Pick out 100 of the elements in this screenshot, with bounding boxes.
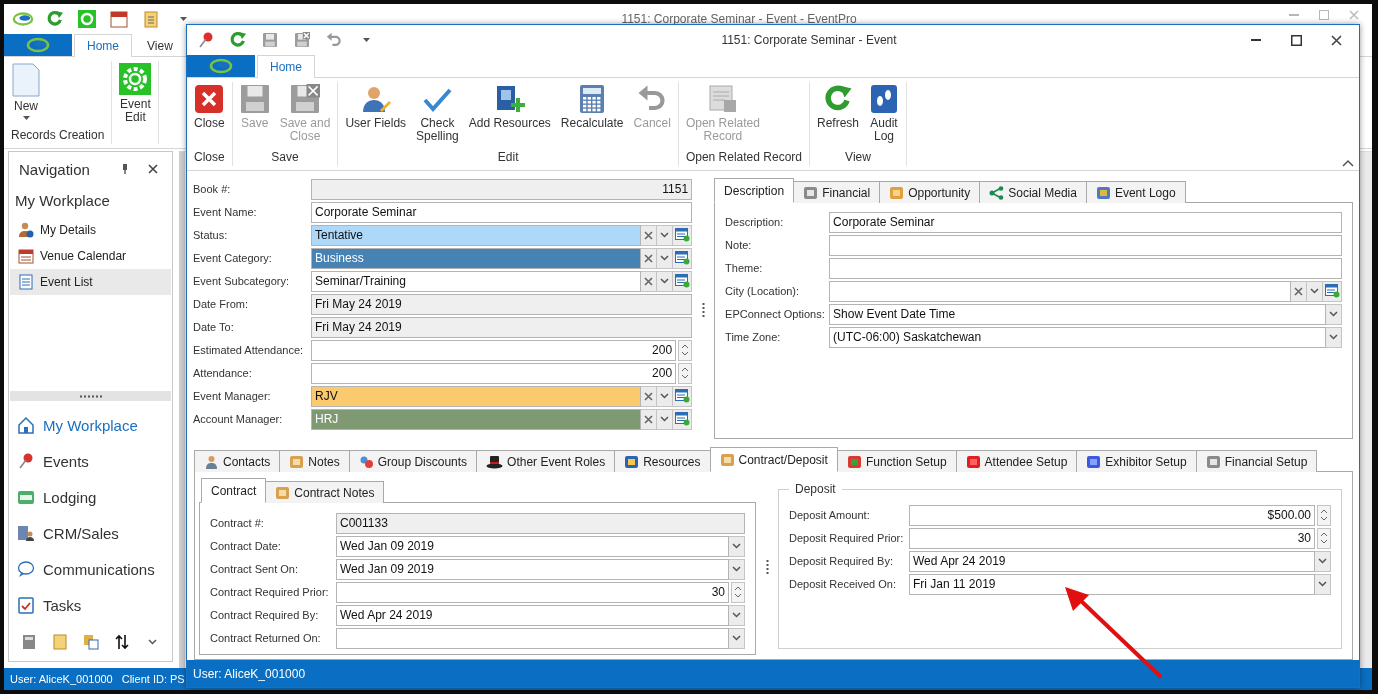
calendar-button[interactable] [108,8,130,30]
nav-module[interactable]: My Workplace [9,407,172,443]
tab[interactable]: Contract/Deposit [709,447,838,472]
tab[interactable]: Attendee Setup [955,450,1078,472]
lookup-field[interactable]: RJV [311,385,642,407]
chevron-down-icon [732,635,741,641]
clear-button[interactable] [641,385,658,407]
dropdown-button[interactable] [1326,303,1342,325]
ribbon-button[interactable]: Event Edit [115,61,156,126]
dropdown-field[interactable]: Wed Apr 24 2019 [909,550,1315,572]
nav-item[interactable]: My Details [10,217,171,243]
nav-module[interactable]: CRM/Sales [9,515,172,551]
dropdown-button[interactable] [1326,326,1342,348]
tab[interactable]: Contacts [194,450,281,472]
tab[interactable]: Contract Notes [265,481,385,503]
lookup-field[interactable]: Seminar/Training [311,270,642,292]
number-field[interactable]: $500.00 [909,504,1315,526]
app-menu-button[interactable] [187,55,255,77]
dropdown-field[interactable]: Wed Jan 09 2019 [336,558,729,580]
dropdown-button[interactable] [657,270,674,292]
ribbon-tab[interactable]: Home [257,55,315,78]
spin-button[interactable] [1317,504,1331,526]
ribbon-button[interactable]: Refresh [813,82,863,132]
nav-item[interactable]: Venue Calendar [10,243,171,269]
lookup-button[interactable] [673,270,693,292]
tab[interactable]: Function Setup [836,450,957,472]
number-field[interactable]: 200 [311,362,677,384]
dropdown-button[interactable] [657,385,674,407]
dropdown-button[interactable] [657,408,674,430]
dropdown-button[interactable] [1315,573,1331,595]
spin-button[interactable] [731,581,745,603]
lookup-button[interactable] [673,385,693,407]
tab[interactable]: Social Media [979,181,1087,203]
settings-button[interactable] [76,8,98,30]
input-field[interactable]: Corporate Seminar [311,201,693,223]
ribbon-tab[interactable]: Home [74,34,132,57]
dropdown-field[interactable]: Show Event Date Time [829,303,1326,325]
dropdown-button[interactable] [1307,280,1323,302]
dropdown-button[interactable] [729,558,745,580]
ribbon-button[interactable]: Recalculate [556,82,628,132]
ribbon-tab[interactable]: View [134,35,186,56]
tab[interactable]: Group Discounts [348,450,478,472]
ribbon-button[interactable]: Audit Log [865,82,903,145]
number-field[interactable]: 200 [311,339,677,361]
dropdown-field[interactable]: Wed Apr 24 2019 [336,604,729,626]
lookup-field[interactable]: Business [311,247,642,269]
section-title: My Workplace [14,191,111,211]
lookup-field[interactable] [829,280,1291,302]
tab[interactable]: Description [714,178,795,203]
dropdown-button[interactable] [1315,550,1331,572]
tab[interactable]: Opportunity [879,181,981,203]
nav-module[interactable]: Lodging [9,479,172,515]
ribbon-button[interactable]: Close [190,82,229,132]
ribbon-button[interactable]: New [7,61,45,122]
dropdown-button[interactable] [657,247,674,269]
app-menu-button[interactable] [4,34,72,56]
input-field[interactable]: Corporate Seminar [829,211,1342,233]
tab[interactable]: Financial [793,181,881,203]
ribbon-button[interactable]: Check Spelling [412,82,463,145]
dropdown-field[interactable] [336,627,729,649]
number-field[interactable]: 30 [336,581,729,603]
input-field[interactable] [829,234,1342,256]
dropdown-field[interactable]: Wed Jan 09 2019 [336,535,729,557]
spin-button[interactable] [678,362,693,384]
dropdown-button[interactable] [729,627,745,649]
field-label: Event Category: [193,252,273,264]
dropdown-button[interactable] [657,224,674,246]
tab[interactable]: Notes [279,450,350,472]
nav-module[interactable]: Communications [9,551,172,587]
clear-button[interactable] [641,270,658,292]
tab[interactable]: Resources [614,450,711,472]
clear-button[interactable] [641,408,658,430]
clipboard-button[interactable] [50,631,69,653]
clear-button[interactable] [1291,280,1307,302]
spin-button[interactable] [678,339,693,361]
ribbon-button[interactable]: User Fields [341,82,411,132]
tab[interactable]: Financial Setup [1195,450,1318,472]
nav-module[interactable]: Events [9,443,172,479]
tab[interactable]: Exhibitor Setup [1076,450,1197,472]
dropdown-field[interactable]: (UTC-06:00) Saskatchewan [829,326,1326,348]
lookup-field[interactable]: Tentative [311,224,642,246]
tab[interactable]: Other Event Roles [476,450,616,472]
lookup-button[interactable] [673,408,693,430]
lookup-button[interactable] [1323,280,1342,302]
tab[interactable]: Contract [201,478,267,503]
clear-button[interactable] [641,224,658,246]
dropdown-button[interactable] [729,604,745,626]
clear-button[interactable] [641,247,658,269]
ribbon-button[interactable]: Add Resources [464,82,555,132]
field-label: Contract Sent On: [210,563,300,575]
nav-module[interactable]: Tasks [9,587,172,623]
dropdown-button[interactable] [729,535,745,557]
number-field[interactable]: 30 [909,527,1315,549]
lookup-button[interactable] [673,247,693,269]
spin-button[interactable] [1317,527,1331,549]
input-field[interactable] [829,257,1342,279]
dropdown-field[interactable]: Fri Jan 11 2019 [909,573,1315,595]
lookup-button[interactable] [673,224,693,246]
tab[interactable]: Event Logo [1085,181,1186,203]
nav-item[interactable]: Event List [10,269,171,295]
